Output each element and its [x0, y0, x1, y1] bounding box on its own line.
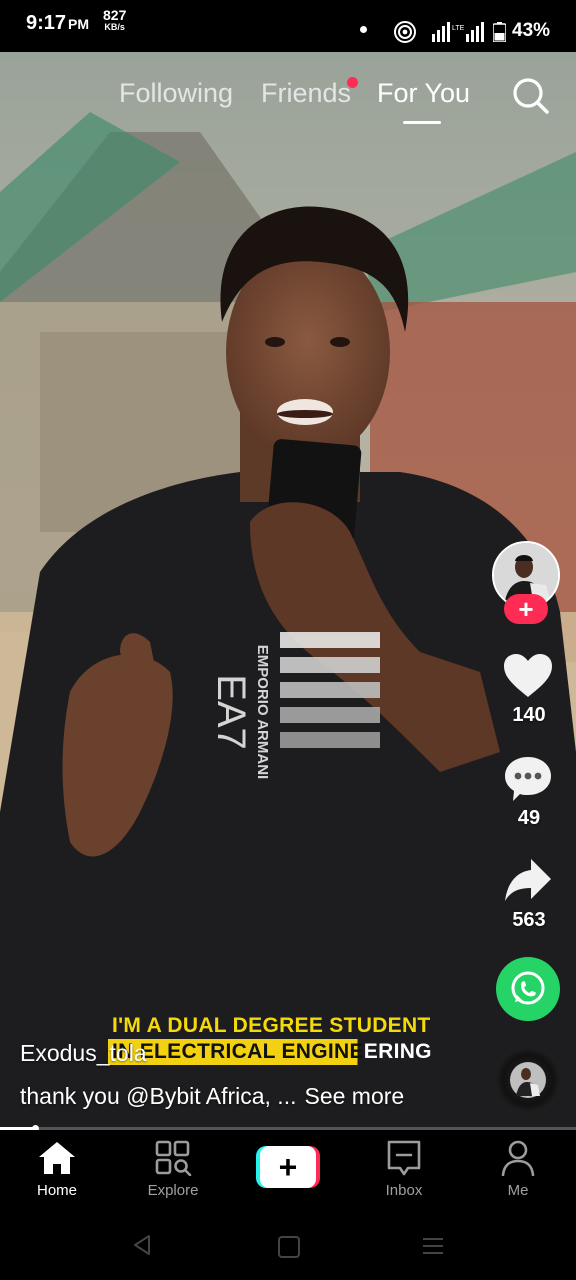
whatsapp-icon: [511, 971, 545, 1005]
nav-home-label: Home: [36, 1182, 77, 1199]
recent-apps-icon[interactable]: [422, 1236, 444, 1256]
system-navigation-bar: [0, 1210, 576, 1280]
see-more-link[interactable]: See more: [304, 1083, 404, 1109]
video-frame: EMPORIO ARMANI EA7: [0, 52, 576, 1130]
nav-explore[interactable]: Explore: [123, 1140, 223, 1199]
battery-icon: [493, 22, 506, 42]
tab-for-you[interactable]: For You: [377, 78, 470, 109]
video-caption: I'M A DUAL DEGREE STUDENT IN ELECTRICAL …: [108, 1013, 436, 1065]
create-button[interactable]: +: [256, 1146, 320, 1188]
clock: 9:17: [26, 12, 67, 34]
back-icon[interactable]: [132, 1234, 152, 1256]
network-speed: 827 KB/s: [103, 8, 126, 33]
post-description: thank you @Bybit Africa, ... See more: [20, 1083, 404, 1110]
comment-icon[interactable]: [503, 755, 553, 803]
tab-following[interactable]: Following: [119, 78, 233, 109]
search-button[interactable]: [511, 76, 551, 116]
hotspot-icon: [394, 21, 416, 43]
status-bar: 9:17 PM 827 KB/s LTE 43%: [0, 0, 576, 52]
friends-notification-dot: [347, 77, 358, 88]
network-speed-unit: KB/s: [104, 22, 125, 32]
home-square-icon[interactable]: [278, 1236, 300, 1258]
bottom-nav: Home Explore + Inbox Me: [0, 1130, 576, 1210]
active-tab-indicator: [403, 121, 441, 124]
nav-inbox-label: Inbox: [385, 1182, 423, 1199]
whatsapp-share-button[interactable]: [496, 957, 560, 1021]
caption-line-2: IN ELECTRICAL ENGINEERING: [108, 1039, 436, 1065]
plus-icon: +: [518, 594, 534, 624]
description-text: thank you @Bybit Africa, ...: [20, 1083, 297, 1109]
caption-line-2-rest: ERING: [363, 1040, 432, 1063]
caption-line-1: I'M A DUAL DEGREE STUDENT: [112, 1014, 431, 1037]
plus-icon: +: [260, 1146, 316, 1188]
heart-icon[interactable]: [503, 653, 553, 699]
search-icon: [513, 78, 549, 114]
explore-icon: [155, 1140, 192, 1177]
like-count: 140: [512, 704, 546, 726]
creator-username[interactable]: Exodus_tola: [20, 1040, 147, 1067]
tab-friends[interactable]: Friends: [261, 78, 351, 109]
battery-level: 43%: [512, 20, 551, 41]
follow-button[interactable]: +: [504, 594, 548, 624]
status-time: 9:17 PM: [26, 12, 89, 35]
shirt-logo: EA7: [209, 674, 253, 750]
nav-me-label: Me: [507, 1182, 529, 1199]
share-count: 563: [512, 909, 546, 931]
nav-me[interactable]: Me: [468, 1140, 568, 1199]
share-icon[interactable]: [503, 857, 553, 903]
sound-cover-icon: [510, 1062, 546, 1098]
network-type-label: LTE: [452, 25, 465, 32]
feed-tabs: Following Friends For You: [0, 74, 576, 124]
nav-home[interactable]: Home: [7, 1140, 107, 1199]
clock-ampm: PM: [68, 16, 90, 32]
home-icon: [39, 1142, 75, 1174]
nav-explore-label: Explore: [147, 1182, 199, 1199]
nav-inbox[interactable]: Inbox: [354, 1140, 454, 1199]
inbox-icon: [387, 1140, 421, 1176]
notification-dot-icon: [360, 26, 367, 33]
video-player[interactable]: EMPORIO ARMANI EA7: [0, 52, 576, 1130]
comment-count: 49: [517, 807, 541, 829]
signal-icon: LTE: [432, 22, 484, 42]
shirt-text: EMPORIO ARMANI: [254, 645, 271, 779]
profile-icon: [501, 1140, 535, 1177]
caption-line-2-highlight: IN ELECTRICAL ENGINE: [112, 1040, 364, 1063]
music-disc[interactable]: [496, 1048, 560, 1112]
